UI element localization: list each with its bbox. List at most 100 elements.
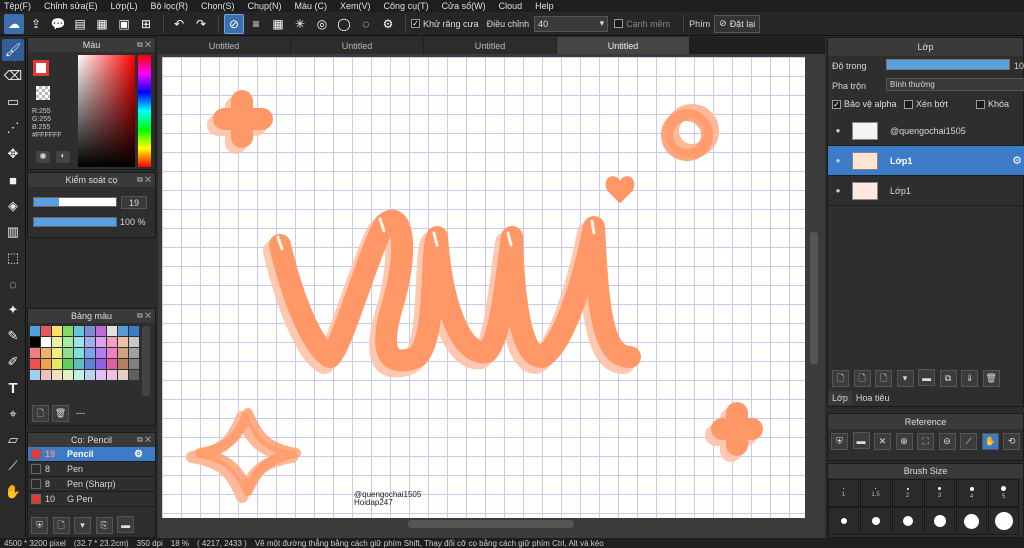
- reference-close-icon[interactable]: ✕: [874, 432, 892, 450]
- cross-snap-icon[interactable]: ▦: [268, 14, 288, 34]
- hand-tool-icon[interactable]: ✋: [2, 481, 24, 503]
- rect-select-tool-icon[interactable]: ▭: [2, 91, 24, 113]
- brush-size-cell[interactable]: [924, 507, 955, 535]
- select-eraser-tool-icon[interactable]: ✐: [2, 351, 24, 373]
- menu-view[interactable]: Xem(V): [340, 1, 371, 11]
- menu-layer[interactable]: Lớp(L): [111, 1, 138, 11]
- dotted-brush-tool-icon[interactable]: ⋰: [2, 117, 24, 139]
- palette-swatch[interactable]: [52, 348, 62, 358]
- palette-swatch[interactable]: [63, 348, 73, 358]
- brush-new-icon[interactable]: 🗋: [52, 517, 70, 534]
- brush-item[interactable]: 19 Pencil ⚙: [28, 447, 155, 462]
- horizontal-scrollbar[interactable]: [408, 520, 574, 528]
- palette-swatch[interactable]: [63, 326, 73, 336]
- zoom-out-icon[interactable]: ⊖: [938, 432, 956, 450]
- palette-swatch[interactable]: [129, 326, 139, 336]
- primary-color-swatch[interactable]: [33, 60, 49, 76]
- menu-file[interactable]: Tệp(F): [4, 1, 31, 11]
- bucket-tool-icon[interactable]: ◈: [2, 195, 24, 217]
- eyedropper-tool-icon[interactable]: ⟋: [2, 455, 24, 477]
- transparent-swatch-icon[interactable]: [36, 86, 50, 100]
- reference-folder-icon[interactable]: ▬: [852, 432, 870, 449]
- palette-swatch[interactable]: [107, 348, 117, 358]
- panel-close-icon[interactable]: ⧉ ✕: [137, 40, 151, 50]
- palette-swatch[interactable]: [74, 359, 84, 369]
- brush-size-cell[interactable]: [828, 507, 859, 535]
- antialias-checkbox[interactable]: ✓ Khử răng cưa: [411, 19, 479, 29]
- menu-window[interactable]: Cửa sổ(W): [442, 1, 486, 11]
- palette-swatch[interactable]: [41, 370, 51, 380]
- clip-checkbox[interactable]: Xén bớt: [904, 99, 948, 109]
- panel-close-icon[interactable]: ⧉ ✕: [137, 311, 151, 321]
- palette-swatch[interactable]: [41, 359, 51, 369]
- palette-swatch[interactable]: [129, 337, 139, 347]
- palette-swatch[interactable]: [118, 326, 128, 336]
- delete-palette-icon[interactable]: 🗑: [52, 405, 71, 422]
- duplicate-layer-icon[interactable]: ⧉: [939, 369, 957, 387]
- snap-off-icon[interactable]: ⊘: [224, 13, 244, 34]
- vanishing-snap-icon[interactable]: ✳: [290, 14, 310, 34]
- palette-swatch[interactable]: [63, 370, 73, 380]
- brush-size-cell[interactable]: [892, 507, 923, 535]
- menu-capture[interactable]: Chụp(N): [248, 1, 282, 11]
- move-tool-icon[interactable]: ✥: [2, 143, 24, 165]
- palette-swatch[interactable]: [96, 326, 106, 336]
- brush-size-slider[interactable]: [33, 197, 117, 207]
- new-palette-icon[interactable]: 🗋: [32, 405, 51, 422]
- palette-swatch[interactable]: [107, 370, 117, 380]
- eye-icon[interactable]: ●: [828, 186, 848, 195]
- alpha-protect-checkbox[interactable]: ✓ Bảo vệ alpha: [832, 99, 897, 109]
- palette-swatch[interactable]: [85, 337, 95, 347]
- panel-close-icon[interactable]: ⧉ ✕: [137, 435, 151, 445]
- tab-navigator[interactable]: Hoa tiêu: [852, 391, 894, 405]
- palette-scrollbar[interactable]: [142, 326, 150, 396]
- palette-swatch[interactable]: [107, 326, 117, 336]
- palette-swatch[interactable]: [52, 326, 62, 336]
- panel-icon[interactable]: ▤: [70, 14, 90, 34]
- fill-rect-tool-icon[interactable]: ■: [2, 169, 24, 191]
- palette-swatch[interactable]: [85, 348, 95, 358]
- fit-icon[interactable]: ⛶: [917, 432, 935, 450]
- palette-swatch[interactable]: [63, 359, 73, 369]
- concentric-snap-icon[interactable]: ◎: [312, 14, 332, 34]
- palette-swatch[interactable]: [107, 359, 117, 369]
- reference-upload-icon[interactable]: ⛨: [831, 432, 848, 450]
- select-tool-icon[interactable]: ⬚: [2, 247, 24, 269]
- palette-swatch[interactable]: [96, 370, 106, 380]
- brush-size-value[interactable]: 19: [121, 196, 147, 209]
- gear-icon[interactable]: ⚙: [134, 449, 143, 460]
- menu-color[interactable]: Màu (C): [295, 1, 328, 11]
- text-tool-icon[interactable]: T: [2, 377, 24, 399]
- grid-icon[interactable]: ⊞: [136, 14, 156, 34]
- tab-layer[interactable]: Lớp: [828, 391, 852, 405]
- palette-swatch[interactable]: [30, 337, 40, 347]
- layer-add-menu-icon[interactable]: ▾: [896, 369, 914, 387]
- menu-select[interactable]: Chọn(S): [201, 1, 235, 11]
- tab-untitled-3[interactable]: Untitled: [424, 37, 556, 54]
- gear-icon[interactable]: ⚙: [1012, 154, 1022, 167]
- brush-menu-icon[interactable]: ▾: [74, 516, 92, 534]
- palette-swatch[interactable]: [41, 326, 51, 336]
- zoom-in-icon[interactable]: ⊕: [895, 432, 913, 450]
- palette-swatch[interactable]: [85, 326, 95, 336]
- comment-icon[interactable]: 💬: [48, 14, 68, 34]
- gradient-tool-icon[interactable]: ▥: [2, 221, 24, 243]
- brush-size-cell[interactable]: 5: [988, 479, 1019, 507]
- tab-untitled-2[interactable]: Untitled: [291, 37, 423, 54]
- menu-filter[interactable]: Bộ lọc(R): [150, 1, 188, 11]
- vertical-scrollbar[interactable]: [810, 232, 818, 364]
- eyedropper-icon[interactable]: ⟋: [960, 432, 978, 450]
- brush-item[interactable]: 10 G Pen: [28, 492, 155, 507]
- merge-layer-icon[interactable]: ⇓: [961, 369, 979, 387]
- reset-button[interactable]: ⊘ Đặt lại: [714, 14, 761, 33]
- eye-icon[interactable]: ●: [828, 156, 848, 165]
- settings-icon[interactable]: ⚙: [378, 14, 398, 34]
- palette-swatch[interactable]: [129, 348, 139, 358]
- palette-mode-icon[interactable]: ◉: [36, 151, 50, 163]
- brush-size-cell[interactable]: 3: [924, 479, 955, 507]
- palette-swatch[interactable]: [96, 337, 106, 347]
- palette-swatch[interactable]: [52, 359, 62, 369]
- layer-row-watermark[interactable]: ● @quengochai1505: [828, 116, 1024, 146]
- palette-swatch[interactable]: [41, 348, 51, 358]
- operation-tool-icon[interactable]: ⌖: [2, 403, 24, 425]
